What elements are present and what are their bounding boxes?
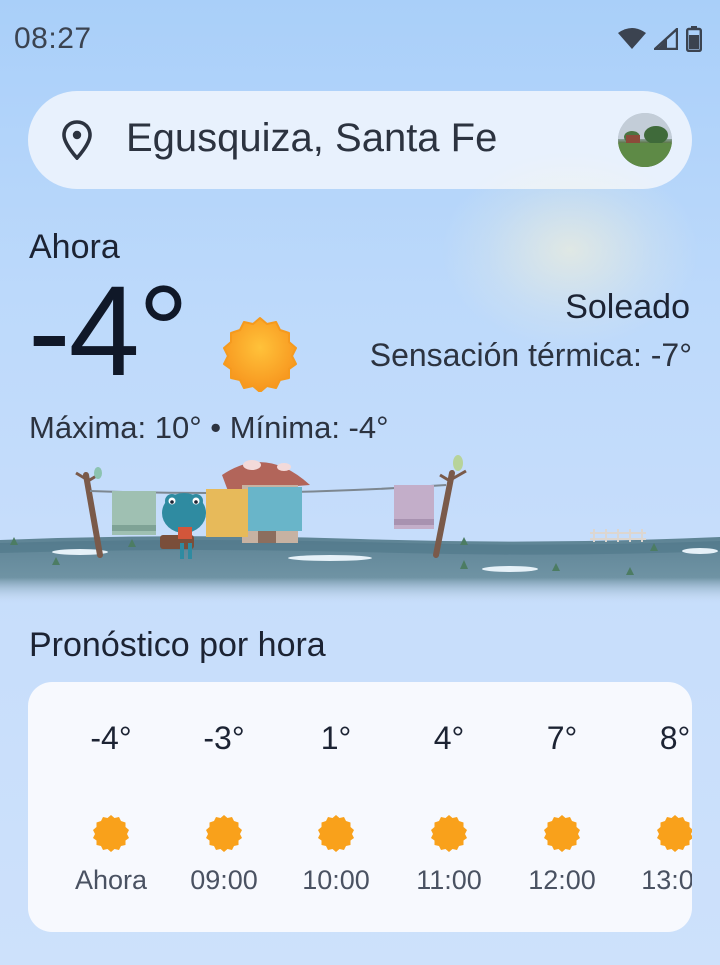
sun-icon	[223, 317, 297, 392]
hourly-temperature: -4°	[90, 720, 132, 756]
hourly-forecast-title: Pronóstico por hora	[29, 626, 326, 664]
sun-icon	[544, 815, 580, 852]
hourly-forecast-card[interactable]: -4° Ahora -3° 09:00 1° 10:00 4° 11:00 7°…	[28, 682, 692, 932]
hourly-item: 1° 10:00	[281, 682, 391, 932]
hourly-time: 12:00	[528, 865, 596, 895]
condition-text: Soleado	[565, 288, 690, 326]
status-bar: 08:27	[0, 0, 720, 78]
high-low-temperatures: Máxima: 10° • Mínima: -4°	[29, 410, 389, 445]
hourly-time: 11:00	[416, 865, 482, 895]
wifi-icon	[618, 28, 646, 49]
hourly-item: 7° 12:00	[507, 682, 617, 932]
status-icons	[618, 26, 702, 52]
sun-icon	[431, 815, 467, 852]
hourly-item: 4° 11:00	[394, 682, 504, 932]
status-time: 08:27	[14, 22, 92, 55]
location-name[interactable]: Egusquiza, Santa Fe	[126, 116, 497, 161]
location-pin-icon	[62, 120, 92, 160]
avatar[interactable]	[618, 113, 672, 167]
weather-illustration	[0, 455, 720, 605]
hourly-temperature: 4°	[433, 720, 465, 756]
hourly-temperature: 1°	[320, 720, 352, 756]
current-temperature: -4°	[28, 260, 189, 403]
sun-icon	[93, 815, 129, 852]
feels-like: Sensación térmica: -7°	[369, 337, 692, 373]
hourly-item: -3° 09:00	[169, 682, 279, 932]
hourly-time: 10:00	[302, 865, 370, 895]
hourly-item: -4° Ahora	[56, 682, 166, 932]
sun-icon	[206, 815, 242, 852]
hourly-time: Ahora	[74, 865, 148, 895]
sun-icon	[318, 815, 354, 852]
battery-icon	[686, 26, 702, 52]
avatar-photo	[618, 113, 672, 167]
hourly-time: 13:00	[641, 865, 692, 895]
hourly-temperature: 7°	[546, 720, 578, 756]
signal-icon	[654, 28, 678, 50]
sun-icon	[657, 815, 692, 852]
hourly-time: 09:00	[190, 865, 258, 895]
hourly-temperature: 8°	[659, 720, 691, 756]
hourly-item: 8° 13:00	[620, 682, 692, 932]
hourly-temperature: -3°	[203, 720, 245, 756]
